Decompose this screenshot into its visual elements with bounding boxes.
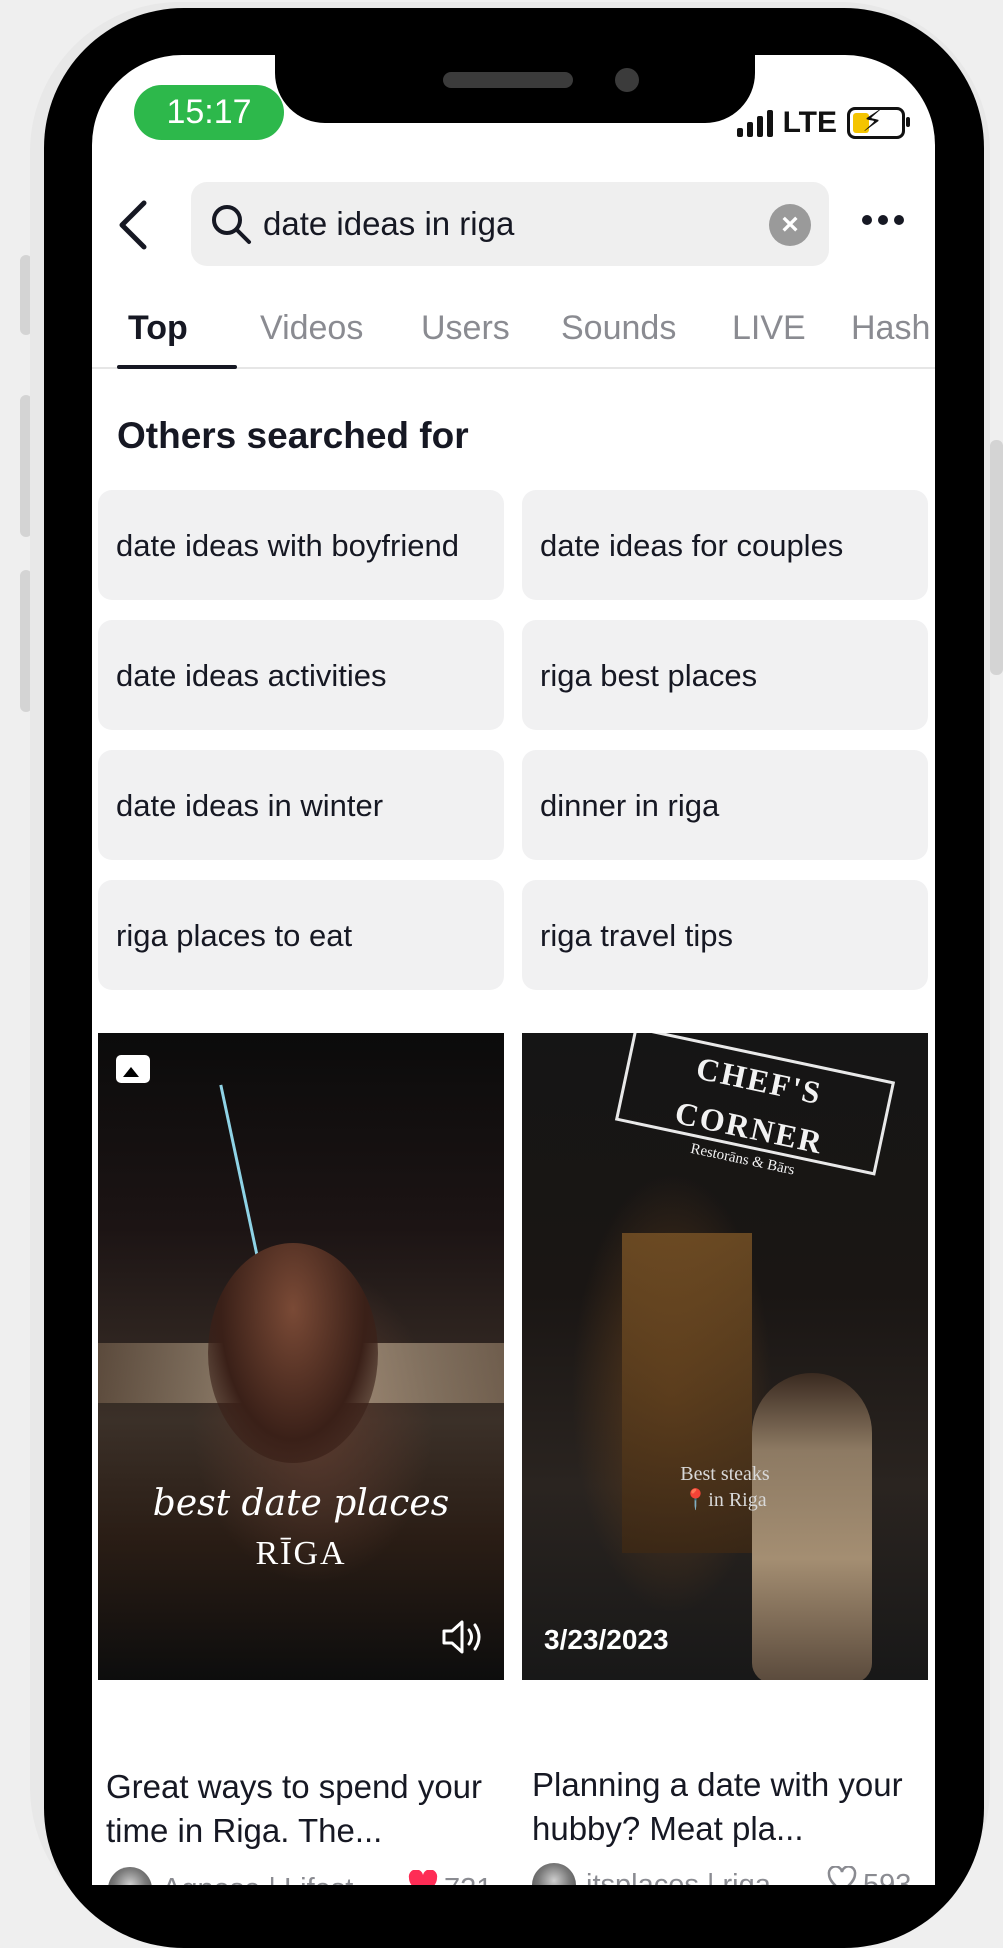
- active-tab-indicator: [117, 365, 237, 369]
- heart-filled-icon: [408, 1867, 438, 1885]
- speaker: [443, 72, 573, 88]
- tab-users[interactable]: Users: [421, 295, 510, 367]
- search-tabs: Top Videos Users Sounds LIVE Hash: [92, 295, 935, 369]
- like-count[interactable]: 593: [827, 1863, 911, 1885]
- search-query-text: date ideas in riga: [263, 205, 515, 242]
- device-button-power: [990, 440, 1003, 675]
- related-search-chip[interactable]: date ideas in winter: [98, 750, 504, 860]
- related-search-chip[interactable]: date ideas with boyfriend: [98, 490, 504, 600]
- avatar[interactable]: [108, 1867, 152, 1885]
- tab-sounds[interactable]: Sounds: [561, 295, 676, 367]
- tab-live[interactable]: LIVE: [732, 295, 806, 367]
- photo-post-icon: [116, 1055, 150, 1083]
- video-date: 3/23/2023: [544, 1624, 669, 1655]
- network-type: LTE: [782, 106, 837, 139]
- clear-search-icon[interactable]: ×: [769, 204, 811, 246]
- related-search-chip[interactable]: riga best places: [522, 620, 928, 730]
- video-thumbnail-1[interactable]: best date places RĪGA: [98, 1033, 504, 1680]
- front-camera: [615, 68, 639, 92]
- thumbnail-overlay-text: Best steaks 📍in Riga: [522, 1461, 928, 1513]
- related-search-chip[interactable]: dinner in riga: [522, 750, 928, 860]
- status-indicators: LTE ⚡: [736, 105, 910, 141]
- more-options-icon[interactable]: [862, 215, 904, 225]
- related-search-chip[interactable]: riga travel tips: [522, 880, 928, 990]
- related-search-chip[interactable]: date ideas activities: [98, 620, 504, 730]
- video-caption[interactable]: Planning a date with your hubby? Meat pl…: [532, 1763, 932, 1851]
- related-search-chip[interactable]: riga places to eat: [98, 880, 504, 990]
- thumbnail-overlay-text: RĪGA: [255, 1535, 347, 1572]
- video-caption[interactable]: Great ways to spend your time in Riga. T…: [106, 1765, 506, 1853]
- related-search-chip[interactable]: date ideas for couples: [522, 490, 928, 600]
- tab-top[interactable]: Top: [128, 295, 188, 367]
- search-icon: [209, 202, 253, 251]
- overlay-line-1: Best steaks: [680, 1463, 770, 1485]
- like-count[interactable]: 721: [408, 1867, 492, 1885]
- video-thumbnail-2[interactable]: CHEF'S CORNER Restorāns & Bārs Best stea…: [522, 1033, 928, 1680]
- overlay-line-2: 📍in Riga: [683, 1489, 767, 1511]
- tab-hashtags[interactable]: Hash: [851, 295, 930, 367]
- video-author[interactable]: itsplaces | riga: [586, 1863, 771, 1885]
- battery-icon: ⚡: [847, 105, 910, 139]
- sound-on-icon[interactable]: [440, 1617, 486, 1662]
- heart-outline-icon: [827, 1863, 857, 1885]
- related-searches-title: Others searched for: [117, 415, 469, 456]
- notch: [275, 55, 755, 123]
- tab-videos[interactable]: Videos: [260, 295, 363, 367]
- phone-screen: 15:17 LTE ⚡ date ideas in riga × Top Vid…: [92, 55, 935, 1885]
- like-count-value: 593: [863, 1869, 912, 1885]
- avatar[interactable]: [532, 1863, 576, 1885]
- restaurant-sign: CHEF'S CORNER Restorāns & Bārs: [614, 1033, 896, 1179]
- thumbnail-overlay-text: best date places: [152, 1483, 450, 1524]
- back-icon[interactable]: [114, 195, 154, 255]
- signal-icon: [736, 109, 773, 137]
- search-input[interactable]: date ideas in riga ×: [191, 182, 829, 266]
- video-author[interactable]: Agnese | Lifest...: [162, 1867, 378, 1885]
- status-time: 15:17: [134, 85, 284, 140]
- like-count-value: 721: [444, 1867, 492, 1885]
